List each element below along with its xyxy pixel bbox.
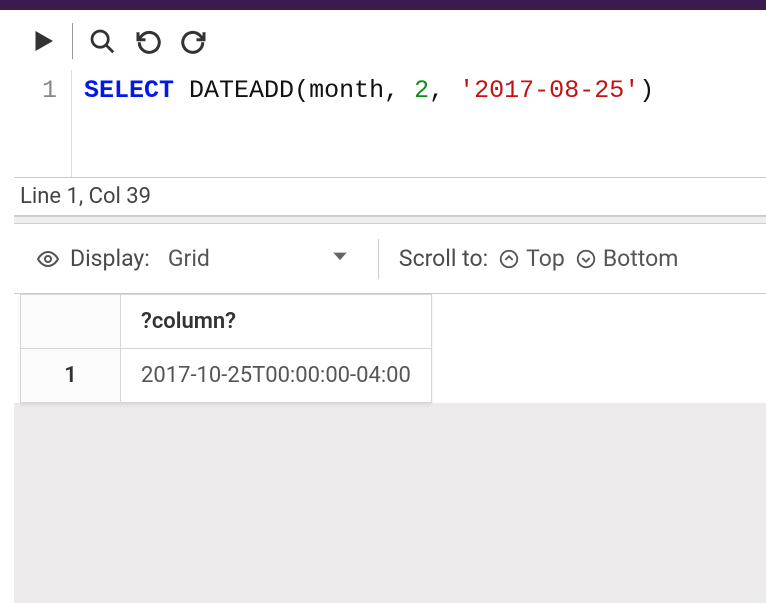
sql-arg-string: '2017-08-25' [459, 76, 639, 105]
display-mode-value: Grid [168, 245, 210, 272]
scroll-top-button[interactable]: Top [498, 245, 565, 272]
redo-button[interactable] [173, 20, 215, 62]
editor-toolbar [14, 10, 766, 70]
comma: , [384, 76, 399, 105]
line-number: 1 [42, 76, 57, 105]
main-container: 1 SELECT DATEADD(month, 2, '2017-08-25')… [0, 10, 766, 603]
results-grid[interactable]: ?column? 1 2017-10-25T00:00:00-04:00 [20, 294, 432, 403]
results-toolbar: Display: Grid Scroll to: Top Bottom [14, 224, 766, 294]
undo-button[interactable] [127, 20, 169, 62]
chevron-down-icon [330, 245, 350, 272]
scroll-bottom-button[interactable]: Bottom [575, 245, 679, 272]
sql-keyword: SELECT [84, 76, 174, 105]
line-gutter: 1 [14, 70, 72, 177]
toolbar-separator [72, 23, 73, 59]
scroll-top-label: Top [526, 245, 565, 272]
sql-editor[interactable]: 1 SELECT DATEADD(month, 2, '2017-08-25') [14, 70, 766, 178]
results-area: ?column? 1 2017-10-25T00:00:00-04:00 [14, 294, 766, 403]
cell-value[interactable]: 2017-10-25T00:00:00-04:00 [121, 349, 432, 403]
display-label: Display: [70, 245, 150, 272]
search-button[interactable] [81, 20, 123, 62]
comma: , [429, 76, 444, 105]
grid-corner [21, 295, 121, 349]
cursor-status: Line 1, Col 39 [14, 178, 766, 216]
sql-arg-number: 2 [414, 76, 429, 105]
paren-close: ) [639, 76, 654, 105]
window-header-bar [0, 0, 766, 10]
eye-icon [36, 247, 60, 271]
empty-results-area [14, 403, 766, 603]
table-row[interactable]: 1 2017-10-25T00:00:00-04:00 [21, 349, 432, 403]
sql-arg-month: month [309, 76, 384, 105]
row-number: 1 [21, 349, 121, 403]
panel-divider[interactable] [14, 216, 766, 224]
sql-function: DATEADD [189, 76, 294, 105]
scroll-bottom-label: Bottom [603, 245, 679, 272]
code-content[interactable]: SELECT DATEADD(month, 2, '2017-08-25') [72, 70, 654, 177]
run-query-button[interactable] [22, 20, 64, 62]
scroll-to-label: Scroll to: [399, 245, 488, 272]
table-header-row: ?column? [21, 295, 432, 349]
column-header[interactable]: ?column? [121, 295, 432, 349]
toolbar-separator [378, 239, 379, 279]
paren-open: ( [294, 76, 309, 105]
display-mode-dropdown[interactable]: Grid [160, 243, 358, 274]
